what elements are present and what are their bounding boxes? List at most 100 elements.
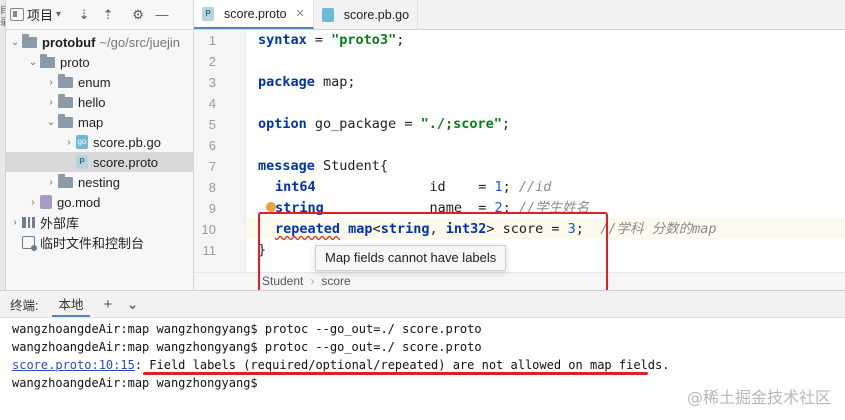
code-token: package	[258, 74, 315, 90]
tree-item-external-libraries[interactable]: › 外部库	[6, 212, 193, 232]
project-panel: 项目 ▾ ⇣ ⇡ ⚙ — ⌄ protobuf ~/go/src/juejin …	[6, 0, 194, 290]
tree-item-path-hint: ~/go/src/juejin	[99, 34, 180, 50]
code-comment: //学科 分数的map	[600, 221, 717, 237]
tree-item-label: score.proto	[93, 154, 159, 170]
annotation-underline	[143, 372, 648, 375]
code-token: int64	[275, 179, 316, 195]
chevron-down-icon[interactable]: ⌄	[26, 57, 40, 68]
gomod-file-icon	[40, 195, 52, 209]
code-line-5: option go_package = "./;score";	[258, 114, 510, 135]
code-token: ;	[502, 179, 519, 195]
code-token: 1	[494, 179, 503, 195]
close-icon[interactable]: ✕	[296, 7, 305, 20]
go-file-icon: go	[76, 135, 88, 149]
code-token: id =	[315, 179, 495, 195]
code-line-8: int64 id = 1; //id	[275, 177, 551, 198]
code-token: map;	[314, 74, 356, 90]
tree-item-label: map	[78, 114, 104, 130]
chevron-down-icon[interactable]: ⌄	[44, 117, 58, 128]
error-location-link[interactable]: score.proto:10:15	[12, 358, 135, 372]
chevron-down-icon: ▾	[56, 9, 62, 20]
line-number: 5	[208, 117, 216, 132]
terminal-header: 终端: 本地 + ⌄	[0, 290, 845, 318]
tab-label: score.pb.go	[343, 7, 410, 22]
tree-item-label: hello	[78, 94, 106, 110]
tree-item-label: proto	[60, 54, 90, 70]
chevron-right-icon[interactable]: ›	[8, 217, 22, 228]
folder-icon	[40, 53, 55, 68]
scratch-icon	[22, 235, 37, 251]
code-token: message	[258, 158, 315, 174]
add-terminal-icon[interactable]: +	[104, 291, 113, 317]
tree-item-score-pb-go[interactable]: › go score.pb.go	[6, 132, 193, 152]
hide-panel-icon[interactable]: —	[153, 7, 171, 22]
collapse-all-icon[interactable]: ⇡	[99, 7, 117, 23]
chevron-down-icon[interactable]: ⌄	[8, 37, 22, 48]
code-comment: //id	[518, 179, 552, 195]
code-token: Student{	[314, 158, 389, 174]
tree-item-protobuf[interactable]: ⌄ protobuf ~/go/src/juejin	[6, 32, 193, 52]
tab-score-pb-go[interactable]: score.pb.go	[314, 0, 419, 29]
line-number: 1	[208, 33, 216, 48]
tab-score-proto[interactable]: P score.proto ✕	[194, 0, 314, 29]
chevron-right-icon[interactable]: ›	[62, 137, 76, 148]
annotation-highlight-box	[258, 212, 608, 294]
line-number: 8	[208, 180, 216, 195]
line-number-gutter: 1 2 3 4 5 6 7 8 9 10 11	[194, 30, 246, 272]
tree-item-label: score.pb.go	[93, 134, 161, 150]
tree-item-hello[interactable]: › hello	[6, 92, 193, 112]
chevron-right-icon[interactable]: ›	[26, 197, 40, 208]
intention-bulb-icon[interactable]	[266, 202, 276, 212]
code-token: syntax	[258, 32, 307, 48]
proto-file-icon: P	[202, 6, 214, 21]
folder-icon	[58, 73, 73, 88]
terminal-line: wangzhoangdeAir:map wangzhongyang$ proto…	[12, 322, 482, 336]
folder-icon	[58, 113, 73, 128]
code-token: =	[306, 32, 332, 48]
tree-item-label: enum	[78, 74, 111, 90]
proto-file-icon: P	[76, 155, 88, 169]
chevron-right-icon[interactable]: ›	[44, 97, 58, 108]
tree-item-label: nesting	[78, 174, 120, 190]
editor-tabs: P score.proto ✕ score.pb.go	[194, 0, 845, 30]
code-token: option	[258, 116, 307, 132]
terminal-line: wangzhoangdeAir:map wangzhongyang$ proto…	[12, 340, 482, 354]
code-line-7: message Student{	[258, 156, 388, 177]
tree-item-score-proto[interactable]: P score.proto	[6, 152, 193, 172]
project-view-selector[interactable]: 项目 ▾	[10, 5, 61, 24]
expand-all-icon[interactable]: ⇣	[75, 7, 93, 23]
watermark: @稀土掘金技术社区	[686, 388, 831, 407]
line-number: 11	[202, 243, 217, 258]
tree-item-proto[interactable]: ⌄ proto	[6, 52, 193, 72]
tree-item-enum[interactable]: › enum	[6, 72, 193, 92]
line-number: 7	[208, 159, 216, 174]
line-number: 10	[201, 222, 216, 237]
project-tree: ⌄ protobuf ~/go/src/juejin ⌄ proto › enu…	[6, 30, 193, 252]
code-line-1: syntax = "proto3";	[258, 30, 404, 51]
gear-icon[interactable]: ⚙	[129, 7, 147, 23]
tree-item-label: 外部库	[40, 215, 80, 231]
project-toolbar: 项目 ▾ ⇣ ⇡ ⚙ —	[6, 0, 193, 30]
tree-item-go-mod[interactable]: › go.mod	[6, 192, 193, 212]
code-token: ;	[396, 32, 405, 48]
code-token: "proto3"	[331, 32, 397, 48]
code-token: "./;score"	[420, 116, 502, 132]
chevron-down-icon[interactable]: ⌄	[126, 291, 139, 317]
line-number: 4	[208, 96, 216, 111]
line-number: 3	[208, 75, 216, 90]
terminal-title: 终端:	[10, 298, 39, 313]
folder-icon	[22, 33, 37, 48]
tab-label: score.proto	[224, 6, 287, 21]
tree-item-nesting[interactable]: › nesting	[6, 172, 193, 192]
line-number: 6	[208, 138, 216, 153]
code-token: ;	[501, 116, 510, 132]
tree-item-map[interactable]: ⌄ map	[6, 112, 193, 132]
chevron-right-icon[interactable]: ›	[44, 177, 58, 188]
chevron-right-icon[interactable]: ›	[44, 77, 58, 88]
code-line-3: package map;	[258, 72, 356, 93]
project-panel-icon	[10, 8, 24, 21]
tab-local-terminal[interactable]: 本地	[52, 291, 90, 317]
tree-item-scratches[interactable]: 临时文件和控制台	[6, 232, 193, 252]
code-token: go_package =	[306, 116, 421, 132]
error-message: : Field labels (required/optional/repeat…	[134, 358, 670, 372]
